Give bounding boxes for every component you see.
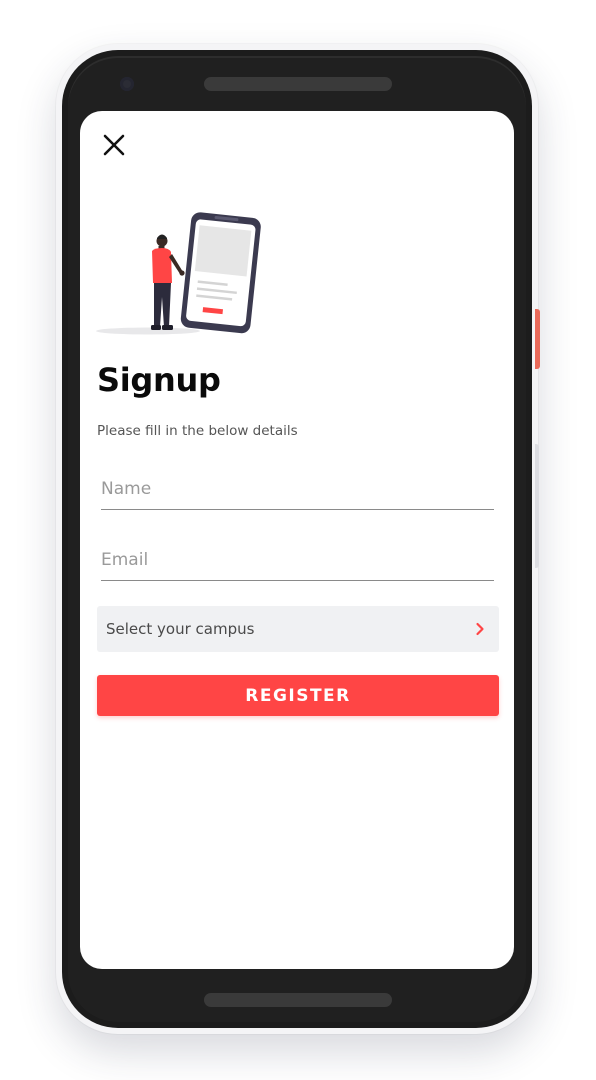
power-button <box>535 309 540 369</box>
register-button[interactable]: REGISTER <box>97 675 499 716</box>
earpiece-speaker <box>204 77 392 91</box>
signup-screen: Signup Please fill in the below details … <box>80 111 514 969</box>
campus-select[interactable]: Select your campus <box>97 606 499 652</box>
name-field[interactable] <box>101 469 494 510</box>
chevron-right-icon <box>476 622 484 636</box>
page-subtitle: Please fill in the below details <box>97 423 298 439</box>
close-button[interactable] <box>100 131 128 159</box>
front-camera <box>120 77 134 91</box>
email-field[interactable] <box>101 540 494 581</box>
bottom-speaker <box>204 993 392 1007</box>
close-icon <box>103 134 125 156</box>
page-title: Signup <box>97 361 221 399</box>
volume-button <box>535 444 539 568</box>
signup-illustration <box>96 212 261 335</box>
campus-select-label: Select your campus <box>106 620 255 638</box>
